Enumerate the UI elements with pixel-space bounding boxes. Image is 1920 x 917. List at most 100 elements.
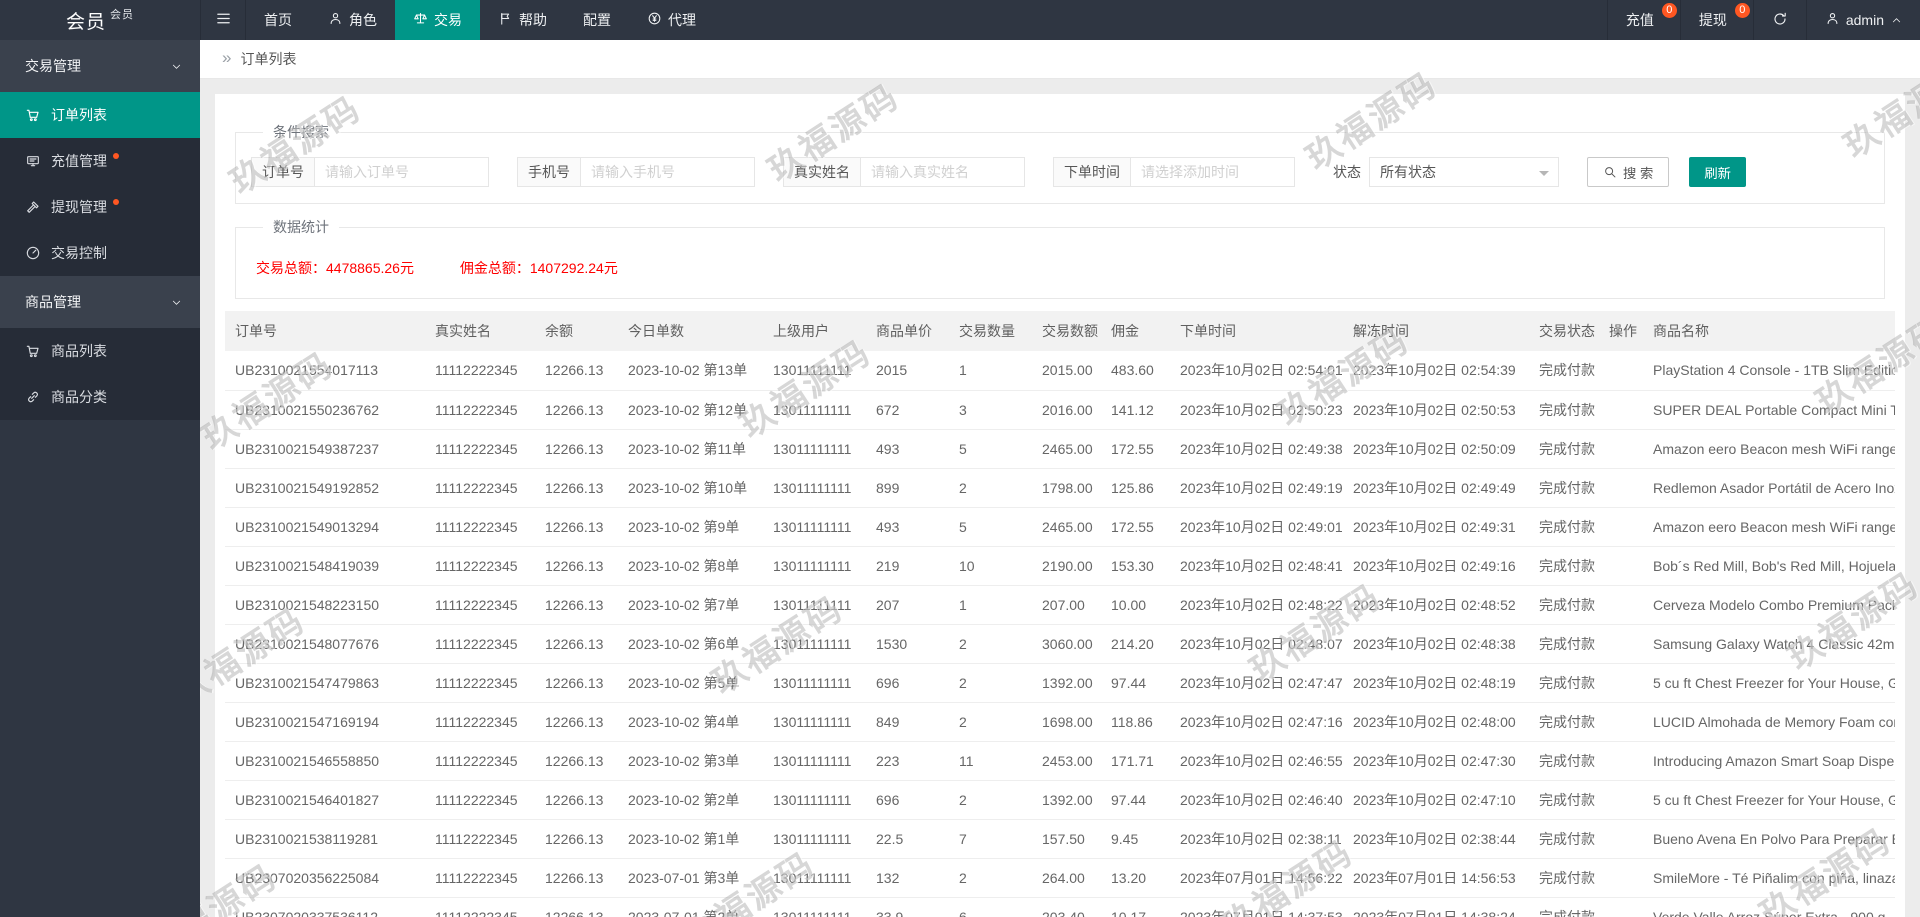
cell-balance: 12266.13 <box>535 897 618 917</box>
nav-item-home[interactable]: 首页 <box>246 0 310 40</box>
cell-unit-price: 672 <box>866 390 949 430</box>
search-button[interactable]: 搜 索 <box>1587 157 1670 187</box>
nav-item-config[interactable]: 配置 <box>565 0 629 40</box>
cell-trade-status: 完成付款 <box>1529 390 1599 430</box>
orders-table-container: 订单号 真实姓名 余额 今日单数 上级用户 商品单价 交易数量 交易数额 佣金 下单时间 解冻时间交… <box>225 311 1895 917</box>
cell-parent-user: 13011111111 <box>763 624 866 664</box>
cell-trade-amount: 203.40 <box>1032 897 1101 917</box>
cell-parent-user: 13011111111 <box>763 351 866 391</box>
sidebar-group-product-management[interactable]: 商品管理 <box>0 276 200 328</box>
cell-actions <box>1599 741 1643 781</box>
cell-trade-amount: 2465.00 <box>1032 429 1101 469</box>
cell-order-time: 2023年10月02日 02:48:07 <box>1170 624 1343 664</box>
sidebar-item-recharge-management[interactable]: 充值管理 <box>0 138 200 184</box>
cell-real-name: 11112222345 <box>425 702 535 742</box>
cell-product-name: Introducing Amazon Smart Soap Dispenser,… <box>1643 741 1895 781</box>
cell-trade-amount: 1392.00 <box>1032 663 1101 703</box>
cell-trade-qty: 7 <box>949 819 1032 859</box>
cell-product-name: 5 cu ft Chest Freezer for Your House, Ga… <box>1643 780 1895 820</box>
cell-unfreeze-time: 2023年10月02日 02:48:00 <box>1343 702 1529 742</box>
recharge-nav-button[interactable]: 充值 0 <box>1606 0 1680 40</box>
cell-real-name: 11112222345 <box>425 663 535 703</box>
cell-unfreeze-time: 2023年10月02日 02:48:52 <box>1343 585 1529 625</box>
cell-commission: 141.12 <box>1101 390 1170 430</box>
sidebar-item-label: 商品分类 <box>51 389 107 405</box>
cell-commission: 172.55 <box>1101 429 1170 469</box>
nav-item-trade[interactable]: 交易 <box>395 0 480 40</box>
billboard-icon <box>27 156 39 167</box>
cell-order-no: UB2310021546401827 <box>225 780 425 820</box>
stats-legend: 数据统计 <box>273 219 329 235</box>
cell-product-name: SUPER DEAL Portable Compact Mini Twin Tu… <box>1643 390 1895 430</box>
cell-order-time: 2023年10月02日 02:46:55 <box>1170 741 1343 781</box>
table-header-row: 订单号 真实姓名 余额 今日单数 上级用户 商品单价 交易数量 交易数额 佣金 下单时间 解冻时间交… <box>225 311 1895 351</box>
cell-product-name: Bueno Avena En Polvo Para Preparar Bebid… <box>1643 819 1895 859</box>
gavel-icon <box>27 201 39 213</box>
table-row: UB2310021546558850 11112222345 12266.13 202… <box>225 741 1895 781</box>
phone-input[interactable] <box>580 157 755 187</box>
cell-trade-qty: 2 <box>949 858 1032 898</box>
user-icon <box>1825 11 1846 29</box>
sidebar-item-order-list[interactable]: 订单列表 <box>0 92 200 138</box>
cell-product-name: Bob´s Red Mill, Bob's Red Mill, Hojuelas… <box>1643 546 1895 586</box>
cart-icon <box>26 109 39 122</box>
cell-parent-user: 13011111111 <box>763 819 866 859</box>
nav-item-agent[interactable]: 代理 <box>629 0 714 40</box>
cell-trade-status: 完成付款 <box>1529 780 1599 820</box>
cell-commission: 10.17 <box>1101 897 1170 917</box>
sidebar-item-product-category[interactable]: 商品分类 <box>0 374 200 420</box>
refresh-page-button[interactable] <box>1752 0 1806 40</box>
order-no-label: 订单号 <box>251 157 314 187</box>
cell-trade-qty: 1 <box>949 351 1032 391</box>
cell-unit-price: 493 <box>866 507 949 547</box>
sidebar-item-trade-control[interactable]: 交易控制 <box>0 230 200 276</box>
nav-label: 交易 <box>434 12 462 28</box>
real-name-input[interactable] <box>860 157 1025 187</box>
cell-trade-qty: 2 <box>949 624 1032 664</box>
cell-trade-status: 完成付款 <box>1529 702 1599 742</box>
cell-unfreeze-time: 2023年10月02日 02:38:44 <box>1343 819 1529 859</box>
cell-unit-price: 22.5 <box>866 819 949 859</box>
cell-today-count: 2023-10-02 第13单 <box>618 351 763 391</box>
cell-parent-user: 13011111111 <box>763 546 866 586</box>
cell-order-no: UB2307020356225084 <box>225 858 425 898</box>
nav-item-roles[interactable]: 角色 <box>310 0 395 40</box>
sidebar-item-withdraw-management[interactable]: 提现管理 <box>0 184 200 230</box>
cell-commission: 10.00 <box>1101 585 1170 625</box>
refresh-list-button[interactable]: 刷新 <box>1689 157 1747 187</box>
cell-commission: 153.30 <box>1101 546 1170 586</box>
cell-balance: 12266.13 <box>535 468 618 508</box>
sidebar-item-product-list[interactable]: 商品列表 <box>0 328 200 374</box>
cell-order-time: 2023年07月01日 14:37:53 <box>1170 897 1343 917</box>
recharge-badge: 0 <box>1660 2 1678 19</box>
sidebar-group-trade-management[interactable]: 交易管理 <box>0 40 200 92</box>
cell-unit-price: 219 <box>866 546 949 586</box>
nav-item-help[interactable]: 帮助 <box>480 0 565 40</box>
column-header-order-no: 订单号 <box>225 311 425 351</box>
cell-order-no: UB2310021548223150 <box>225 585 425 625</box>
cell-balance: 12266.13 <box>535 741 618 781</box>
cell-unfreeze-time: 2023年10月02日 02:49:31 <box>1343 507 1529 547</box>
status-select[interactable]: 所有状态 <box>1369 157 1559 187</box>
cell-real-name: 11112222345 <box>425 585 535 625</box>
table-row: UB2310021546401827 11112222345 12266.13 202… <box>225 780 1895 820</box>
cell-trade-qty: 2 <box>949 702 1032 742</box>
column-header-product-name: 商品名称 <box>1643 311 1895 351</box>
sidebar-toggle-button[interactable] <box>200 0 246 40</box>
order-time-input[interactable] <box>1130 157 1295 187</box>
order-no-input[interactable] <box>314 157 489 187</box>
user-menu[interactable]: admin <box>1805 0 1920 40</box>
withdraw-nav-button[interactable]: 提现 0 <box>1679 0 1753 40</box>
table-row: UB2310021547479863 11112222345 12266.13 202… <box>225 663 1895 703</box>
cell-order-time: 2023年10月02日 02:49:38 <box>1170 429 1343 469</box>
search-icon <box>1605 167 1616 178</box>
table-row: UB2310021550236762 11112222345 12266.13 202… <box>225 390 1895 430</box>
cell-today-count: 2023-10-02 第8单 <box>618 546 763 586</box>
cell-order-time: 2023年07月01日 14:56:22 <box>1170 858 1343 898</box>
column-header-today-count: 今日单数 <box>618 311 763 351</box>
cell-trade-qty: 2 <box>949 468 1032 508</box>
total-trade-label: 交易总额： <box>256 260 326 276</box>
cell-real-name: 11112222345 <box>425 624 535 664</box>
table-row: UB2310021549192852 11112222345 12266.13 202… <box>225 468 1895 508</box>
nav-label: 首页 <box>264 12 292 28</box>
